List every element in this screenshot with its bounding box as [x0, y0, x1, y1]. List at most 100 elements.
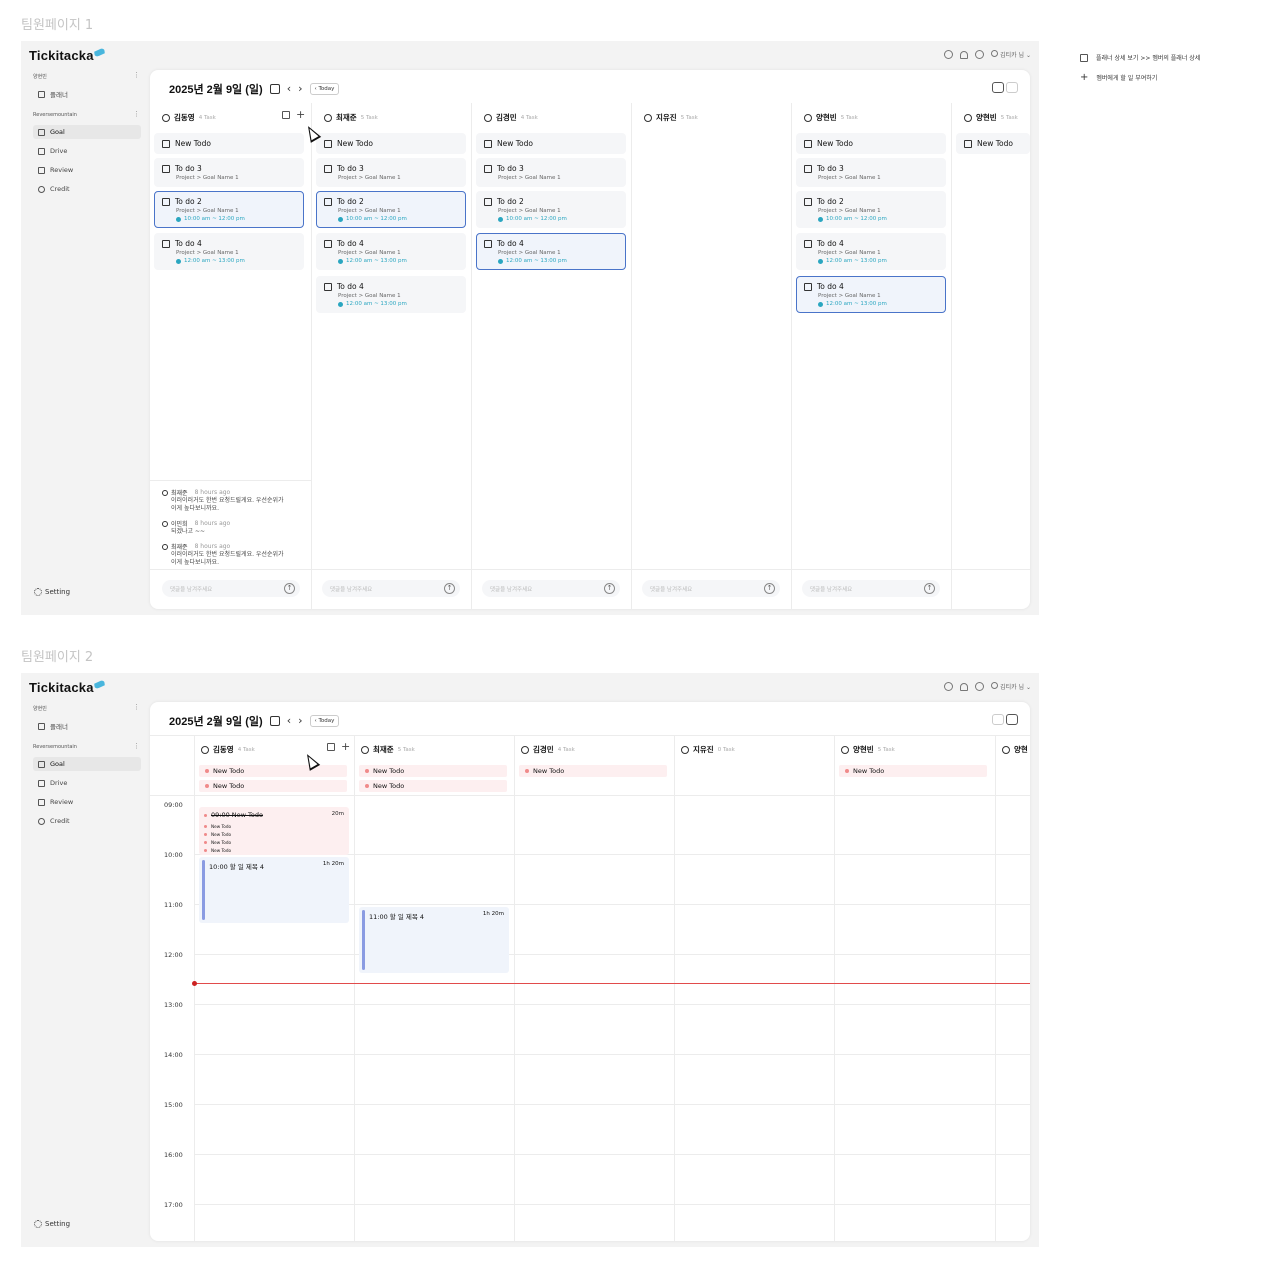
todo-card[interactable]: To do 4 Project > Goal Name 1 12:00 am ~ 1… — [316, 233, 466, 270]
checkbox[interactable] — [324, 239, 332, 248]
timeline-view-icon[interactable] — [1006, 82, 1018, 93]
todo-card[interactable]: New Todo — [956, 133, 1030, 154]
todo-card[interactable]: New Todo — [316, 133, 466, 154]
more-icon[interactable]: ⋮ — [133, 72, 140, 79]
checkbox[interactable] — [804, 282, 812, 291]
send-icon[interactable]: ↑ — [444, 583, 455, 594]
checkbox[interactable] — [484, 197, 492, 206]
unscheduled-todo[interactable]: New Todo — [199, 780, 347, 792]
calendar-icon[interactable] — [269, 716, 280, 726]
timeline-event[interactable]: 10:00 할 일 제목 4 1h 20m — [199, 857, 349, 923]
comment-input[interactable]: 댓글을 남겨주세요 ↑ — [642, 580, 780, 597]
checkbox[interactable] — [484, 164, 492, 173]
todo-card[interactable]: New Todo — [796, 133, 946, 154]
user-menu[interactable]: 김티카 님 ⌄ — [991, 50, 1031, 59]
todo-card[interactable]: To do 2 Project > Goal Name 1 10:00 am ~ 1… — [476, 191, 626, 228]
checkbox[interactable] — [324, 164, 332, 173]
app-logo[interactable]: Tickitacka — [29, 679, 105, 695]
checkbox[interactable] — [484, 239, 492, 248]
help-icon[interactable] — [944, 682, 954, 691]
comment-input[interactable]: 댓글을 남겨주세요 ↑ — [162, 580, 300, 597]
board-view-icon[interactable] — [992, 714, 1004, 725]
todo-card[interactable]: New Todo — [154, 133, 304, 154]
mini-todo[interactable]: New Todo — [204, 824, 231, 829]
mini-todo[interactable]: New Todo — [204, 840, 231, 845]
checkbox[interactable] — [324, 282, 332, 291]
checkbox[interactable] — [162, 197, 170, 206]
app-logo[interactable]: Tickitacka — [29, 47, 105, 63]
more-icon[interactable]: ⋮ — [133, 704, 140, 711]
todo-card[interactable]: To do 4 Project > Goal Name 1 12:00 am ~ 1… — [796, 233, 946, 270]
todo-card[interactable]: To do 3 Project > Goal Name 1 — [796, 158, 946, 187]
comment-input[interactable]: 댓글을 남겨주세요 ↑ — [802, 580, 940, 597]
more-icon[interactable]: ⋮ — [133, 743, 140, 750]
today-button[interactable]: ‹ Today — [309, 83, 340, 95]
mini-todo[interactable]: New Todo — [204, 848, 231, 853]
add-todo-icon[interactable]: + — [296, 109, 305, 120]
team-icon[interactable] — [975, 682, 985, 691]
send-icon[interactable]: ↑ — [284, 583, 295, 594]
checkbox[interactable] — [324, 139, 332, 148]
help-icon[interactable] — [944, 50, 954, 59]
todo-card[interactable]: To do 3 Project > Goal Name 1 — [316, 158, 466, 187]
todo-card[interactable]: New Todo — [476, 133, 626, 154]
unscheduled-todo[interactable]: New Todo — [519, 765, 667, 777]
event-group[interactable]: 09:00 New Todo 20m New Todo New Todo New… — [199, 807, 349, 855]
next-day-button[interactable]: › — [298, 83, 302, 94]
mini-todo[interactable]: New Todo — [204, 832, 231, 837]
checkbox[interactable] — [804, 139, 812, 148]
calendar-icon[interactable] — [282, 111, 290, 119]
todo-card[interactable]: To do 4 Project > Goal Name 1 12:00 am ~ 1… — [476, 233, 626, 270]
checkbox[interactable] — [162, 164, 170, 173]
unscheduled-todo[interactable]: New Todo — [359, 780, 507, 792]
checkbox[interactable] — [804, 197, 812, 206]
more-icon[interactable]: ⋮ — [133, 111, 140, 118]
bell-icon[interactable] — [960, 682, 969, 691]
checkbox[interactable] — [804, 164, 812, 173]
todo-card[interactable]: To do 4 Project > Goal Name 1 12:00 am ~ 1… — [154, 233, 304, 270]
todo-card[interactable]: To do 4 Project > Goal Name 1 12:00 am ~ 1… — [316, 276, 466, 313]
sidebar-item-planner[interactable]: 플래너 — [33, 87, 141, 101]
sidebar-item-credit[interactable]: Credit — [33, 182, 141, 196]
todo-card[interactable]: To do 2 Project > Goal Name 1 10:00 am ~ 1… — [796, 191, 946, 228]
sidebar-item-drive[interactable]: Drive — [33, 776, 141, 790]
sidebar-item-planner[interactable]: 플래너 — [33, 719, 141, 733]
sidebar-item-goal[interactable]: Goal — [33, 125, 141, 139]
checkbox[interactable] — [324, 197, 332, 206]
send-icon[interactable]: ↑ — [764, 583, 775, 594]
calendar-icon[interactable] — [327, 743, 335, 751]
checkbox[interactable] — [162, 139, 170, 148]
user-menu[interactable]: 김티카 님 ⌄ — [991, 682, 1031, 691]
comment-input[interactable]: 댓글을 남겨주세요 ↑ — [482, 580, 620, 597]
sidebar-item-goal[interactable]: Goal — [33, 757, 141, 771]
send-icon[interactable]: ↑ — [924, 583, 935, 594]
sidebar-item-drive[interactable]: Drive — [33, 144, 141, 158]
today-button[interactable]: ‹ Today — [309, 715, 340, 727]
add-todo-icon[interactable]: + — [341, 741, 350, 752]
checkbox[interactable] — [484, 139, 492, 148]
todo-card[interactable]: To do 3 Project > Goal Name 1 — [476, 158, 626, 187]
timeline-event[interactable]: 11:00 할 일 제목 4 1h 20m — [359, 907, 509, 973]
setting-button[interactable]: Setting — [34, 1220, 70, 1228]
checkbox[interactable] — [162, 239, 170, 248]
checkbox[interactable] — [804, 239, 812, 248]
bell-icon[interactable] — [960, 50, 969, 59]
team-icon[interactable] — [975, 50, 985, 59]
todo-card[interactable]: To do 4 Project > Goal Name 1 12:00 am ~ 1… — [796, 276, 946, 313]
unscheduled-todo[interactable]: New Todo — [359, 765, 507, 777]
prev-day-button[interactable]: ‹ — [287, 715, 291, 726]
prev-day-button[interactable]: ‹ — [287, 83, 291, 94]
comment-input[interactable]: 댓글을 남겨주세요 ↑ — [322, 580, 460, 597]
todo-card[interactable]: To do 2 Project > Goal Name 1 10:00 am ~ 1… — [154, 191, 304, 228]
unscheduled-todo[interactable]: New Todo — [199, 765, 347, 777]
todo-card[interactable]: To do 3 Project > Goal Name 1 — [154, 158, 304, 187]
unscheduled-todo[interactable]: New Todo — [839, 765, 987, 777]
setting-button[interactable]: Setting — [34, 588, 70, 596]
timeline-view-icon[interactable] — [1006, 714, 1018, 725]
send-icon[interactable]: ↑ — [604, 583, 615, 594]
sidebar-item-credit[interactable]: Credit — [33, 814, 141, 828]
todo-card[interactable]: To do 2 Project > Goal Name 1 10:00 am ~ 1… — [316, 191, 466, 228]
calendar-icon[interactable] — [269, 84, 280, 94]
sidebar-item-review[interactable]: Review — [33, 163, 141, 177]
board-view-icon[interactable] — [992, 82, 1004, 93]
